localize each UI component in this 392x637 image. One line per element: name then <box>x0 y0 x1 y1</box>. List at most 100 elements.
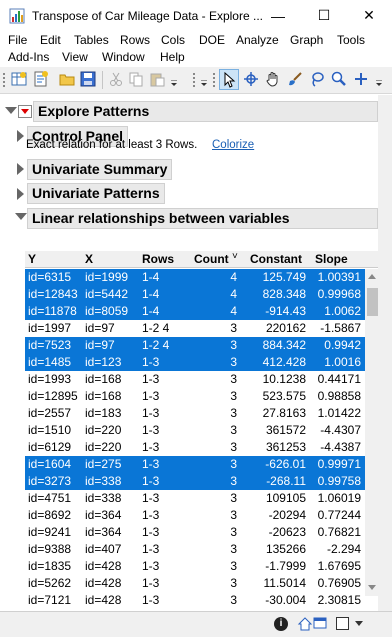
toolbar-overflow-icon-2[interactable] <box>201 77 209 86</box>
header-constant[interactable]: Constant <box>250 252 302 266</box>
table-row[interactable]: id=3273 id=338 1-3 3 -268.11 0.99758 <box>25 473 365 490</box>
menu-analyze[interactable]: Analyze <box>236 33 279 47</box>
control-panel-disclosure-icon[interactable] <box>17 130 24 142</box>
explore-patterns-disclosure-icon[interactable] <box>5 107 17 114</box>
arrow-tool-icon[interactable] <box>219 69 239 90</box>
menu-window[interactable]: Window <box>102 50 145 64</box>
red-triangle-menu-icon[interactable] <box>18 105 32 118</box>
table-row[interactable]: id=7523 id=97 1-2 4 3 884.342 0.9942 <box>25 337 365 354</box>
cell-rows: 1-2 4 <box>142 321 170 335</box>
new-data-table-icon[interactable] <box>11 71 27 87</box>
header-count[interactable]: Count <box>194 252 229 266</box>
table-row[interactable]: id=11878 id=8059 1-4 4 -914.43 1.0062 <box>25 303 365 320</box>
hand-tool-icon[interactable] <box>265 71 281 87</box>
table-row[interactable]: id=8692 id=364 1-3 3 -20294 0.77244 <box>25 507 365 524</box>
scroll-up-icon[interactable] <box>368 274 376 279</box>
maximize-button[interactable]: ☐ <box>301 0 347 31</box>
scroll-thumb[interactable] <box>367 288 378 316</box>
header-slope[interactable]: Slope <box>315 252 348 266</box>
cell-y: id=2557 <box>28 406 72 420</box>
cell-count: 3 <box>230 474 237 488</box>
cell-rows: 1-3 <box>142 423 160 437</box>
colorize-link[interactable]: Colorize <box>212 139 254 151</box>
report-vertical-scrollbar[interactable] <box>378 95 392 611</box>
toolbar-grip-3[interactable] <box>213 73 215 87</box>
menu-file[interactable]: File <box>8 33 27 47</box>
table-row[interactable]: id=1997 id=97 1-2 4 3 220162 -1.5867 <box>25 320 365 337</box>
new-script-icon[interactable] <box>33 71 49 87</box>
toolbar-grip-2[interactable] <box>193 73 195 87</box>
univariate-patterns-disclosure-icon[interactable] <box>17 188 24 200</box>
header-y[interactable]: Y <box>28 252 36 266</box>
minimize-button[interactable]: — <box>255 0 301 31</box>
table-row[interactable]: id=1835 id=428 1-3 3 -1.7999 1.67695 <box>25 558 365 575</box>
menu-help[interactable]: Help <box>160 50 185 64</box>
menu-cols[interactable]: Cols <box>161 33 185 47</box>
copy-icon[interactable] <box>128 71 144 87</box>
linear-relationships-disclosure-icon[interactable] <box>15 213 27 220</box>
table-header: Y X Rows Count ˅ Constant Slope <box>25 251 379 268</box>
header-rows[interactable]: Rows <box>142 252 174 266</box>
cell-y: id=5262 <box>28 576 72 590</box>
table-row[interactable]: id=6315 id=1999 1-4 4 125.749 1.00391 <box>25 269 365 286</box>
close-button[interactable]: ✕ <box>346 0 392 31</box>
toolbar-overflow-icon[interactable] <box>171 77 179 86</box>
cell-slope: 0.99968 <box>317 287 361 301</box>
menu-doe[interactable]: DOE <box>199 33 225 47</box>
toolbar-grip[interactable] <box>3 73 5 87</box>
cut-icon[interactable] <box>108 71 124 87</box>
cell-rows: 1-4 <box>142 287 160 301</box>
header-x[interactable]: X <box>85 252 93 266</box>
plus-tool-icon[interactable] <box>353 71 369 87</box>
table-vertical-scrollbar[interactable] <box>365 269 379 596</box>
lasso-tool-icon[interactable] <box>309 71 325 87</box>
sort-descending-icon[interactable]: ˅ <box>232 251 238 262</box>
cell-rows: 1-3 <box>142 525 160 539</box>
table-row[interactable]: id=12843 id=5442 1-4 4 828.348 0.99968 <box>25 286 365 303</box>
table-row[interactable]: id=2557 id=183 1-3 3 27.8163 1.01422 <box>25 405 365 422</box>
window-list-icon[interactable] <box>313 616 327 630</box>
open-icon[interactable] <box>59 71 75 87</box>
info-icon[interactable]: i <box>274 617 288 631</box>
brush-tool-icon[interactable] <box>287 71 303 87</box>
explore-patterns-title[interactable]: Explore Patterns <box>33 101 378 122</box>
display-options-dropdown-icon[interactable] <box>355 621 363 626</box>
cell-x: id=428 <box>85 576 122 590</box>
scroll-down-icon[interactable] <box>368 585 376 590</box>
crosshair-tool-icon[interactable] <box>243 71 259 87</box>
table-row[interactable]: id=1604 id=275 1-3 3 -626.01 0.99971 <box>25 456 365 473</box>
paste-icon[interactable] <box>149 71 165 87</box>
table-row[interactable]: id=6129 id=220 1-3 3 361253 -4.4387 <box>25 439 365 456</box>
cell-rows: 1-3 <box>142 491 160 505</box>
univariate-summary-title[interactable]: Univariate Summary <box>27 159 173 180</box>
linear-relationships-title[interactable]: Linear relationships between variables <box>27 208 378 229</box>
table-row[interactable]: id=9241 id=364 1-3 3 -20623 0.76821 <box>25 524 365 541</box>
univariate-patterns-title[interactable]: Univariate Patterns <box>27 183 165 204</box>
magnifier-tool-icon[interactable] <box>331 71 347 87</box>
table-row[interactable]: id=7121 id=428 1-3 3 -30.004 2.30815 <box>25 592 365 609</box>
save-icon[interactable] <box>80 71 96 87</box>
cell-constant: 361253 <box>265 440 306 454</box>
table-row[interactable]: id=1993 id=168 1-3 3 10.1238 0.44171 <box>25 371 365 388</box>
home-window-icon[interactable] <box>297 616 313 632</box>
table-row[interactable]: id=1485 id=123 1-3 3 412.428 1.0016 <box>25 354 365 371</box>
table-row[interactable]: id=4751 id=338 1-3 3 109105 1.06019 <box>25 490 365 507</box>
menu-tools[interactable]: Tools <box>337 33 365 47</box>
menu-edit[interactable]: Edit <box>40 33 61 47</box>
menu-rows[interactable]: Rows <box>120 33 150 47</box>
table-row[interactable]: id=9388 id=407 1-3 3 135266 -2.294 <box>25 541 365 558</box>
toolbar-overflow-icon-3[interactable] <box>376 77 384 86</box>
table-row[interactable]: id=1510 id=220 1-3 3 361572 -4.4307 <box>25 422 365 439</box>
display-options-icon[interactable] <box>336 617 349 630</box>
table-row[interactable]: id=5262 id=428 1-3 3 11.5014 0.76905 <box>25 575 365 592</box>
cell-slope: 0.76905 <box>317 576 361 590</box>
cell-count: 3 <box>230 406 237 420</box>
table-row[interactable]: id=12895 id=168 1-3 3 523.575 0.98858 <box>25 388 365 405</box>
menu-view[interactable]: View <box>62 50 88 64</box>
univariate-summary-disclosure-icon[interactable] <box>17 163 24 175</box>
cell-rows: 1-3 <box>142 389 160 403</box>
cell-count: 3 <box>230 525 237 539</box>
menu-tables[interactable]: Tables <box>74 33 109 47</box>
menu-graph[interactable]: Graph <box>290 33 323 47</box>
menu-add-ins[interactable]: Add-Ins <box>8 50 49 64</box>
